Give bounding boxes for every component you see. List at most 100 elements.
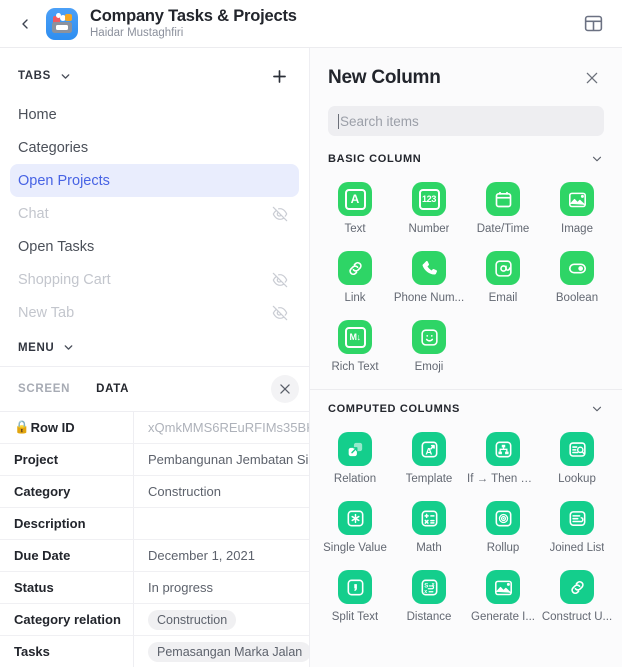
distance-xy-icon: Sxx — [412, 570, 446, 604]
column-type-rich-text[interactable]: M↓ Rich Text — [318, 314, 392, 383]
photo-icon — [486, 570, 520, 604]
column-type-label: Phone Num... — [393, 292, 465, 304]
column-type-label: Single Value — [323, 542, 387, 554]
column-type-distance[interactable]: Sx x Distance — [392, 564, 466, 633]
add-tab-button[interactable] — [267, 64, 291, 88]
sidebar-item-open-projects[interactable]: Open Projects — [10, 164, 299, 197]
page-title: Company Tasks & Projects — [90, 6, 297, 25]
column-type-math[interactable]: Math — [392, 495, 466, 564]
field-value-text: In progress — [148, 580, 214, 595]
table-row[interactable]: Due Date December 1, 2021 — [0, 540, 309, 572]
app-root: Company Tasks & Projects Haidar Mustaghf… — [0, 0, 622, 667]
field-name-cell: Category relation — [0, 604, 134, 635]
column-type-boolean[interactable]: Boolean — [540, 245, 614, 314]
rollup-spiral-icon — [486, 501, 520, 535]
column-type-email[interactable]: Email — [466, 245, 540, 314]
field-name-label: Category — [14, 484, 71, 499]
table-row[interactable]: 🔒 Row ID xQmkMMS6REuRFIMs35BK8 — [0, 412, 309, 444]
table-row[interactable]: Category Construction — [0, 476, 309, 508]
field-name-cell: Tasks — [0, 636, 134, 667]
field-value-cell[interactable] — [134, 508, 309, 539]
relation-arrow-icon — [338, 432, 372, 466]
column-type-template[interactable]: A Template — [392, 426, 466, 495]
field-value-cell[interactable]: Construction — [134, 476, 309, 507]
search-placeholder: Search items — [340, 113, 419, 129]
column-type-construct-u[interactable]: Construct U... — [540, 564, 614, 633]
chevron-left-icon — [22, 18, 28, 29]
field-value-cell[interactable]: Construction — [134, 604, 309, 635]
sidebar-item-label: Shopping Cart — [18, 271, 111, 288]
top-bar: Company Tasks & Projects Haidar Mustaghf… — [0, 0, 622, 48]
tab-data[interactable]: DATA — [96, 383, 129, 395]
menu-label: MENU — [18, 341, 55, 354]
math-operators-icon — [412, 501, 446, 535]
tabs-section-header[interactable]: TABS — [0, 48, 309, 98]
column-type-phone-num[interactable]: Phone Num... — [392, 245, 466, 314]
sidebar-item-label: Chat — [18, 205, 49, 222]
plus-icon — [272, 69, 286, 83]
field-name-label: Status — [14, 580, 54, 595]
field-name-label: Due Date — [14, 548, 71, 563]
column-type-generate-i[interactable]: Generate I... — [466, 564, 540, 633]
table-row[interactable]: Project Pembangunan Jembatan Sin — [0, 444, 309, 476]
sidebar-item-new-tab[interactable]: New Tab — [10, 296, 299, 329]
sidebar-item-label: Categories — [18, 139, 89, 156]
field-name-cell: Category — [0, 476, 134, 507]
column-type-emoji[interactable]: Emoji — [392, 314, 466, 383]
field-value-cell[interactable]: xQmkMMS6REuRFIMs35BK8 — [134, 412, 309, 443]
sidebar-item-chat[interactable]: Chat — [10, 197, 299, 230]
eye-off-icon[interactable] — [271, 304, 289, 322]
close-icon — [586, 72, 598, 84]
column-type-split-text[interactable]: Split Text — [318, 564, 392, 633]
sidebar-item-categories[interactable]: Categories — [10, 131, 299, 164]
column-type-label: Image — [561, 223, 593, 235]
eye-off-icon[interactable] — [271, 271, 289, 289]
tab-screen[interactable]: SCREEN — [18, 383, 70, 395]
sidebar-item-shopping-cart[interactable]: Shopping Cart — [10, 263, 299, 296]
column-type-single-value[interactable]: Single Value — [318, 495, 392, 564]
table-row[interactable]: Description — [0, 508, 309, 540]
column-type-label: Distance — [406, 611, 452, 623]
field-value-cell[interactable]: In progress — [134, 572, 309, 603]
sidebar-item-open-tasks[interactable]: Open Tasks — [10, 230, 299, 263]
menu-section-header[interactable]: MENU — [0, 329, 309, 366]
toggle-switch-icon — [560, 251, 594, 285]
value-chip: Pemasangan Marka Jalan — [148, 641, 309, 662]
field-name-cell: Description — [0, 508, 134, 539]
column-type-label: Math — [416, 542, 442, 554]
lock-icon: 🔒 — [14, 420, 30, 435]
table-row[interactable]: Status In progress — [0, 572, 309, 604]
back-button[interactable] — [10, 9, 40, 39]
column-type-image[interactable]: Image — [540, 176, 614, 245]
sidebar-item-home[interactable]: Home — [10, 98, 299, 131]
table-row[interactable]: Tasks Pemasangan Marka Jalan — [0, 636, 309, 667]
table-row[interactable]: Category relation Construction — [0, 604, 309, 636]
field-value-cell[interactable]: Pembangunan Jembatan Sin — [134, 444, 309, 475]
field-value-cell[interactable]: Pemasangan Marka Jalan — [134, 636, 309, 667]
template-a-icon: A — [412, 432, 446, 466]
column-type-lookup[interactable]: Lookup — [540, 426, 614, 495]
table-view-button[interactable] — [578, 9, 608, 39]
column-type-date-time[interactable]: Date/Time — [466, 176, 540, 245]
close-inspector-button[interactable] — [271, 375, 299, 403]
section-header-computed-columns[interactable]: COMPUTED COLUMNS — [310, 390, 622, 424]
column-type-joined-list[interactable]: Joined List — [540, 495, 614, 564]
column-type-link[interactable]: Link — [318, 245, 392, 314]
column-type-number[interactable]: 123 Number — [392, 176, 466, 245]
close-panel-button[interactable] — [578, 64, 606, 92]
page-subtitle: Haidar Mustaghfiri — [90, 26, 184, 39]
column-type-if-then[interactable]: If → Then →... — [466, 426, 540, 495]
markdown-icon: M↓ — [338, 320, 372, 354]
section-header-basic-column[interactable]: BASIC COLUMN — [310, 140, 622, 174]
column-type-label: Text — [344, 223, 366, 235]
field-value-cell[interactable]: December 1, 2021 — [134, 540, 309, 571]
column-type-grid: Relation A Template If → Then →... Lookup Sin… — [310, 424, 622, 633]
eye-off-icon[interactable] — [271, 205, 289, 223]
search-input[interactable]: Search items — [328, 106, 604, 136]
main-body: TABS Home Categories Open Projects Chat Open… — [0, 48, 622, 667]
column-type-text[interactable]: A Text — [318, 176, 392, 245]
column-type-rollup[interactable]: Rollup — [466, 495, 540, 564]
column-type-relation[interactable]: Relation — [318, 426, 392, 495]
field-value-text: xQmkMMS6REuRFIMs35BK8 — [148, 420, 309, 435]
chevron-down-icon — [590, 152, 604, 166]
